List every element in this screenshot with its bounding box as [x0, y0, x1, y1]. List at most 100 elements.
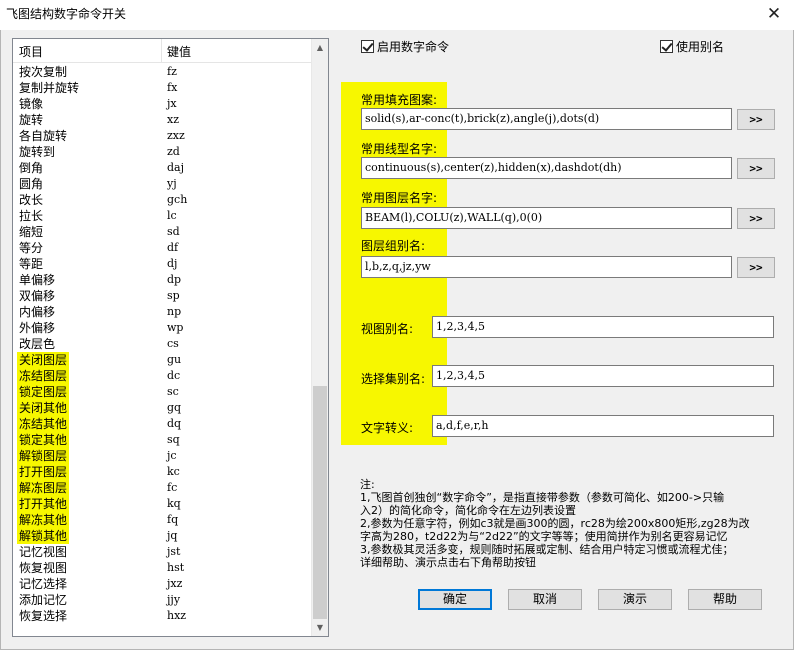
list-row[interactable]: 双偏移 sp — [13, 288, 311, 304]
list-row[interactable]: 关闭图层 gu — [13, 352, 311, 368]
view-alias-field[interactable]: 1,2,3,4,5 — [432, 316, 774, 338]
row-item-name: 改长 — [19, 193, 44, 207]
list-row[interactable]: 解冻其他 fq — [13, 512, 311, 528]
layer-more-button[interactable]: >> — [737, 208, 775, 229]
list-row[interactable]: 记忆选择 jxz — [13, 576, 311, 592]
list-row[interactable]: 等距 dj — [13, 256, 311, 272]
checkbox-checked-icon[interactable] — [361, 39, 374, 53]
list-row[interactable]: 内偏移 np — [13, 304, 311, 320]
column-header-key[interactable]: 键值 — [167, 43, 191, 60]
ok-button[interactable]: 确定 — [418, 589, 492, 610]
group-more-button[interactable]: >> — [737, 257, 775, 278]
list-header: 项目 键值 — [13, 39, 311, 63]
list-row[interactable]: 改层色 cs — [13, 336, 311, 352]
help-button[interactable]: 帮助 — [688, 589, 762, 610]
scroll-up-icon[interactable]: ▲ — [312, 39, 328, 56]
list-row[interactable]: 拉长 lc — [13, 208, 311, 224]
enable-numeric-checkbox[interactable]: 启用数字命令 — [361, 38, 449, 54]
list-row[interactable]: 按次复制 fz — [13, 64, 311, 80]
list-row[interactable]: 旋转 xz — [13, 112, 311, 128]
list-row[interactable]: 等分 df — [13, 240, 311, 256]
row-key-value: sd — [167, 225, 180, 238]
column-header-item[interactable]: 项目 — [19, 43, 43, 60]
list-row[interactable]: 关闭其他 gq — [13, 400, 311, 416]
list-row[interactable]: 复制并旋转 fx — [13, 80, 311, 96]
close-icon[interactable]: ✕ — [762, 2, 786, 26]
group-field[interactable]: l,b,z,q,jz,yw — [361, 256, 732, 278]
group-label: 图层组别名: — [361, 239, 426, 253]
list-row[interactable]: 解锁图层 jc — [13, 448, 311, 464]
row-item-name: 圆角 — [19, 177, 44, 191]
note-line: 入2）的简化命令，简化命令在左边列表设置 — [360, 504, 576, 517]
row-key-value: zd — [167, 145, 180, 158]
row-item-name: 打开图层 — [17, 464, 70, 480]
row-item-name: 解锁其他 — [17, 528, 70, 544]
list-row[interactable]: 添加记忆 jjy — [13, 592, 311, 608]
list-row[interactable]: 恢复选择 hxz — [13, 608, 311, 624]
row-key-value: wp — [167, 321, 184, 334]
row-item-name: 冻结其他 — [17, 416, 70, 432]
hatch-more-button[interactable]: >> — [737, 109, 775, 130]
row-item-name: 恢复视图 — [19, 561, 68, 575]
list-row[interactable]: 外偏移 wp — [13, 320, 311, 336]
row-item-name: 内偏移 — [19, 305, 56, 319]
row-item-name: 缩短 — [19, 225, 44, 239]
use-alias-label: 使用别名 — [676, 39, 725, 54]
list-scrollbar[interactable]: ▲ ▼ — [311, 39, 328, 636]
list-row[interactable]: 恢复视图 hst — [13, 560, 311, 576]
list-row[interactable]: 打开图层 kc — [13, 464, 311, 480]
list-row[interactable]: 记忆视图 jst — [13, 544, 311, 560]
list-row[interactable]: 旋转到 zd — [13, 144, 311, 160]
linetype-field[interactable]: continuous(s),center(z),hidden(x),dashdo… — [361, 157, 732, 179]
list-row[interactable]: 缩短 sd — [13, 224, 311, 240]
checkbox-checked-icon[interactable] — [660, 39, 673, 53]
note-line: 3,参数极其灵活多变，规则随时拓展或定制、结合用户特定习惯或流程尤佳； — [360, 543, 734, 556]
row-item-name: 冻结图层 — [17, 368, 70, 384]
list-row[interactable]: 倒角 daj — [13, 160, 311, 176]
scroll-thumb[interactable] — [313, 386, 327, 619]
list-row[interactable]: 镜像 jx — [13, 96, 311, 112]
list-row[interactable]: 圆角 yj — [13, 176, 311, 192]
row-item-name: 关闭其他 — [17, 400, 70, 416]
row-item-name: 旋转 — [19, 113, 44, 127]
row-key-value: gq — [167, 401, 182, 414]
row-item-name: 锁定其他 — [17, 432, 70, 448]
list-row[interactable]: 打开其他 kq — [13, 496, 311, 512]
column-separator[interactable] — [161, 39, 162, 63]
row-key-value: sq — [167, 433, 180, 446]
list-row[interactable]: 解锁其他 jq — [13, 528, 311, 544]
demo-button[interactable]: 演示 — [598, 589, 672, 610]
row-item-name: 等距 — [19, 257, 44, 271]
row-key-value: fc — [167, 481, 178, 494]
selset-alias-field[interactable]: 1,2,3,4,5 — [432, 365, 774, 387]
row-item-name: 记忆视图 — [19, 545, 68, 559]
enable-numeric-label: 启用数字命令 — [377, 39, 450, 54]
cancel-button[interactable]: 取消 — [508, 589, 582, 610]
list-row[interactable]: 改长 gch — [13, 192, 311, 208]
hatch-field[interactable]: solid(s),ar-conc(t),brick(z),angle(j),do… — [361, 108, 732, 130]
list-row[interactable]: 冻结其他 dq — [13, 416, 311, 432]
row-item-name: 双偏移 — [19, 289, 56, 303]
list-row[interactable]: 锁定其他 sq — [13, 432, 311, 448]
list-row[interactable]: 各自旋转 zxz — [13, 128, 311, 144]
use-alias-checkbox[interactable]: 使用别名 — [660, 38, 724, 54]
hatch-label: 常用填充图案: — [361, 93, 438, 107]
list-row[interactable]: 锁定图层 sc — [13, 384, 311, 400]
row-key-value: dj — [167, 257, 178, 270]
window-title: 飞图结构数字命令开关 — [6, 7, 127, 21]
layer-field[interactable]: BEAM(l),COLU(z),WALL(q),0(0) — [361, 207, 732, 229]
scroll-down-icon[interactable]: ▼ — [312, 619, 328, 636]
list-row[interactable]: 解冻图层 fc — [13, 480, 311, 496]
note-line: 注: — [360, 478, 375, 491]
text-escape-field[interactable]: a,d,f,e,r,h — [432, 415, 774, 437]
list-row[interactable]: 单偏移 dp — [13, 272, 311, 288]
list-row[interactable]: 冻结图层 dc — [13, 368, 311, 384]
row-key-value: dq — [167, 417, 182, 430]
row-key-value: jq — [167, 529, 178, 542]
linetype-more-button[interactable]: >> — [737, 158, 775, 179]
row-key-value: jjy — [167, 593, 181, 606]
command-list[interactable]: 项目 键值 按次复制 fz 复制并旋转 fx 镜像 jx 旋转 xz 各自旋转 zxz 旋转到 zd 倒… — [12, 38, 329, 637]
row-key-value: dp — [167, 273, 182, 286]
row-key-value: sc — [167, 385, 179, 398]
row-item-name: 按次复制 — [19, 65, 68, 79]
